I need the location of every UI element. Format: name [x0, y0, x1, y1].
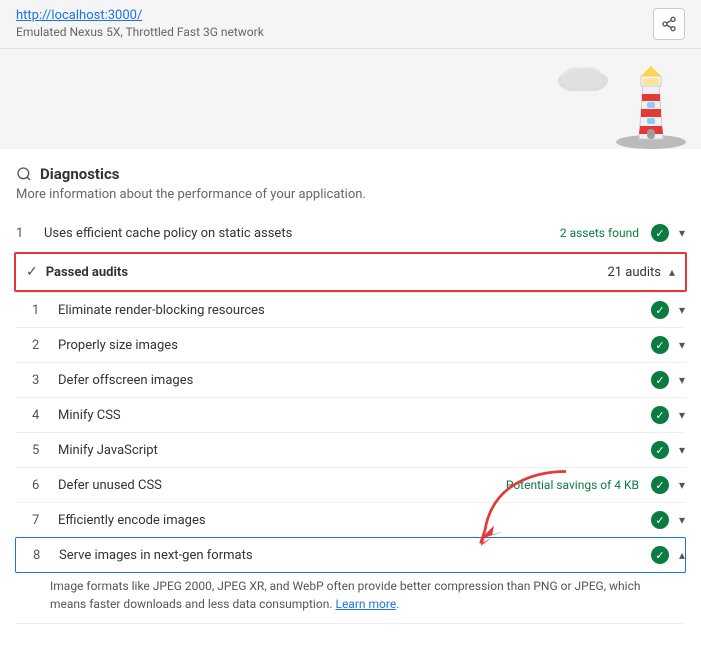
diagnostics-section: Diagnostics More information about the p… — [0, 149, 701, 202]
savings-6: Potential savings of 4 KB — [506, 478, 639, 492]
audit-item-6: 6 Defer unused CSS Potential savings of … — [16, 467, 685, 502]
row8-period: . — [396, 597, 399, 611]
item-label-6: Defer unused CSS — [58, 478, 498, 493]
green-check-icon: ✓ — [651, 224, 669, 242]
item-number-3: 3 — [32, 373, 50, 388]
item-number-7: 7 — [32, 513, 50, 528]
green-check-3: ✓ — [651, 371, 669, 389]
green-check-8: ✓ — [651, 546, 669, 564]
audit-item-7: 7 Efficiently encode images ✓ ▾ — [16, 502, 685, 537]
audit-item-5: 5 Minify JavaScript ✓ ▾ — [16, 432, 685, 467]
chevron-down-4[interactable]: ▾ — [679, 408, 685, 422]
item-label-8: Serve images in next-gen formats — [59, 548, 643, 563]
lighthouse-icon — [611, 54, 691, 149]
passed-audits-label: Passed audits — [46, 265, 608, 280]
audit-item-1: 1 Eliminate render-blocking resources ✓ … — [16, 292, 685, 327]
audit-item-2: 2 Properly size images ✓ ▾ — [16, 327, 685, 362]
item-label-1: Eliminate render-blocking resources — [58, 303, 643, 318]
passed-audits-count: 21 audits — [607, 265, 661, 280]
chevron-down-icon[interactable]: ▾ — [679, 226, 685, 240]
static-cache-label: Uses efficient cache policy on static as… — [44, 226, 552, 241]
top-bar: http://localhost:3000/ Emulated Nexus 5X… — [0, 0, 701, 49]
chevron-down-2[interactable]: ▾ — [679, 338, 685, 352]
diagnostics-subtitle: More information about the performance o… — [16, 187, 685, 202]
chevron-down-5[interactable]: ▾ — [679, 443, 685, 457]
row8-learn-more-link[interactable]: Learn more — [335, 597, 396, 611]
green-check-1: ✓ — [651, 301, 669, 319]
row8-description: Image formats like JPEG 2000, JPEG XR, a… — [16, 573, 685, 624]
share-button[interactable] — [653, 8, 685, 40]
diagnostics-title: Diagnostics — [40, 165, 119, 183]
static-cache-number: 1 — [16, 226, 36, 241]
green-check-5: ✓ — [651, 441, 669, 459]
item-number-4: 4 — [32, 408, 50, 423]
item-number-2: 2 — [32, 338, 50, 353]
chevron-up-8[interactable]: ▴ — [679, 548, 685, 562]
item-number-5: 5 — [32, 443, 50, 458]
item-number-6: 6 — [32, 478, 50, 493]
item-label-2: Properly size images — [58, 338, 643, 353]
item-number-8: 8 — [33, 548, 51, 563]
green-check-7: ✓ — [651, 511, 669, 529]
item-number-1: 1 — [32, 303, 50, 318]
chevron-down-7[interactable]: ▾ — [679, 513, 685, 527]
cloud-icon — [556, 61, 611, 91]
item-label-3: Defer offscreen images — [58, 373, 643, 388]
passed-check-icon: ✓ — [26, 264, 38, 280]
static-cache-row: 1 Uses efficient cache policy on static … — [16, 214, 685, 252]
green-check-6: ✓ — [651, 476, 669, 494]
chevron-down-3[interactable]: ▾ — [679, 373, 685, 387]
search-icon — [16, 166, 32, 182]
audit-item-8: 8 Serve images in next-gen formats ✓ ▴ — [15, 537, 686, 573]
url-link[interactable]: http://localhost:3000/ — [16, 8, 264, 23]
chevron-up-icon[interactable]: ▴ — [669, 265, 675, 279]
static-cache-meta: 2 assets found — [560, 226, 639, 240]
section-header: Diagnostics — [16, 165, 685, 183]
green-check-4: ✓ — [651, 406, 669, 424]
audit-item-4: 4 Minify CSS ✓ ▾ — [16, 397, 685, 432]
arrow-container: 8 Serve images in next-gen formats ✓ ▴ — [16, 537, 685, 573]
audit-item-3: 3 Defer offscreen images ✓ ▾ — [16, 362, 685, 397]
item-label-4: Minify CSS — [58, 408, 643, 423]
chevron-down-6[interactable]: ▾ — [679, 478, 685, 492]
top-bar-left: http://localhost:3000/ Emulated Nexus 5X… — [16, 8, 264, 39]
passed-audits-header[interactable]: ✓ Passed audits 21 audits ▴ — [14, 252, 687, 292]
diagnostics-content: 1 Uses efficient cache policy on static … — [0, 214, 701, 624]
item-label-7: Efficiently encode images — [58, 513, 643, 528]
green-check-2: ✓ — [651, 336, 669, 354]
top-bar-right — [653, 8, 685, 40]
device-info: Emulated Nexus 5X, Throttled Fast 3G net… — [16, 25, 264, 39]
chevron-down-1[interactable]: ▾ — [679, 303, 685, 317]
header-graphic — [0, 49, 701, 149]
item-label-5: Minify JavaScript — [58, 443, 643, 458]
